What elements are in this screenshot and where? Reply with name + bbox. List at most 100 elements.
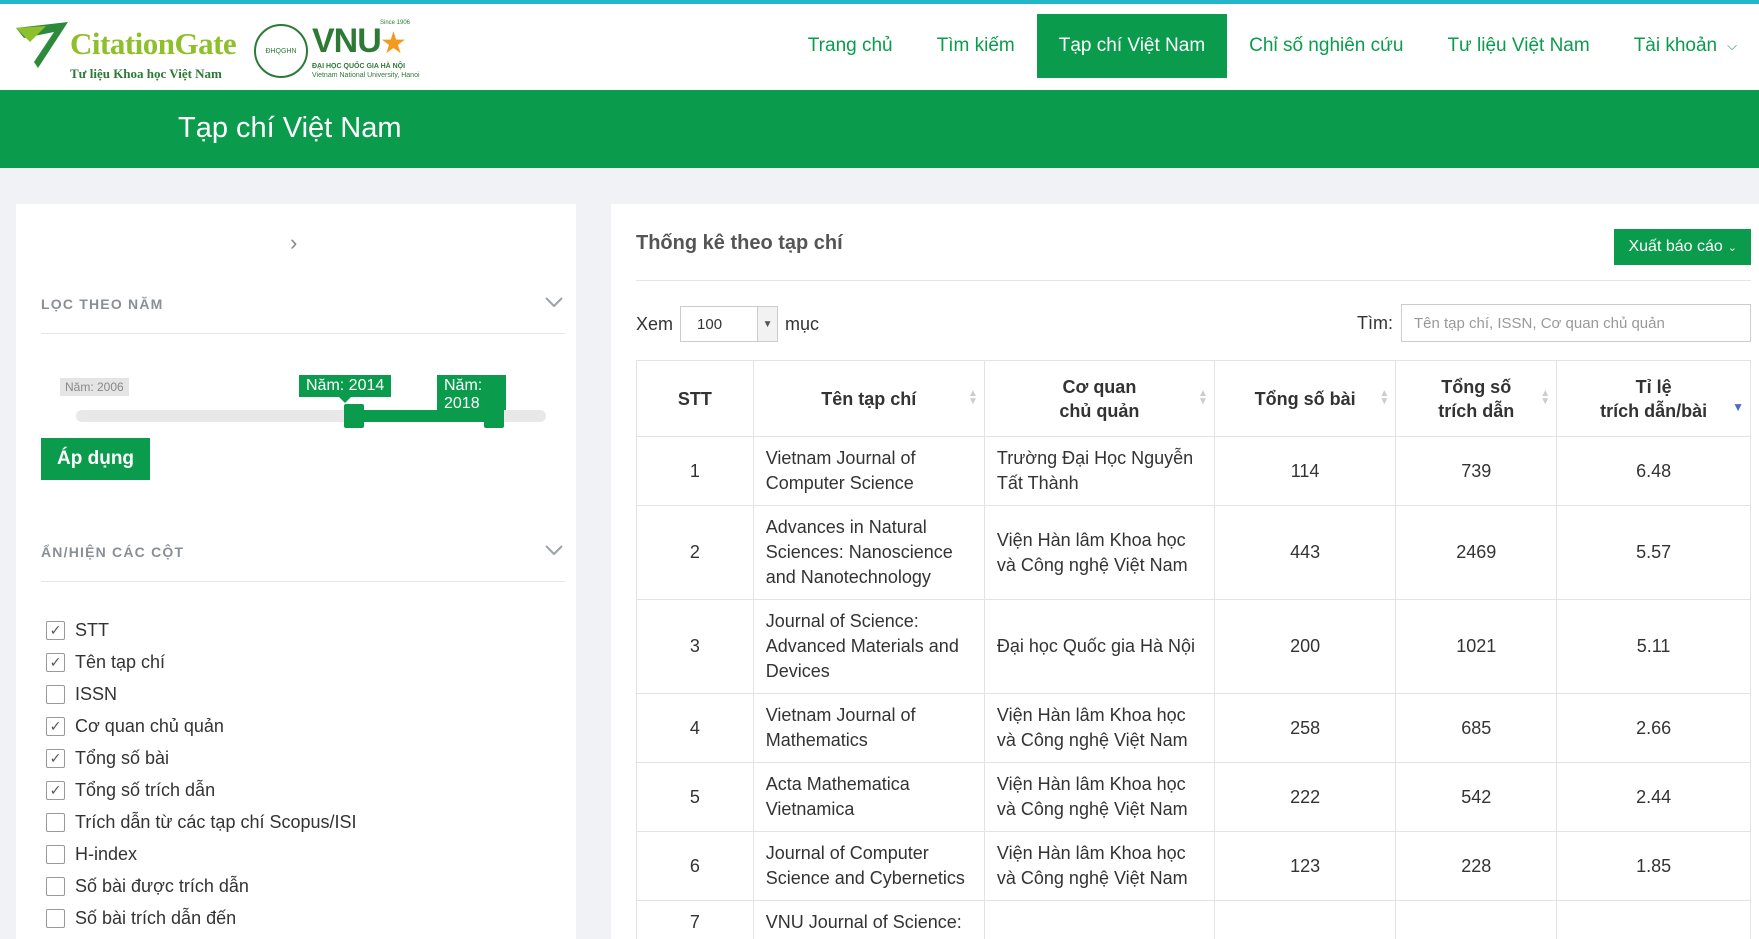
checkbox[interactable]	[46, 844, 65, 864]
filter-sidebar: › LỌC THEO NĂM Năm: 2006 Năm: 2014 Năm: …	[16, 204, 576, 939]
th-agency[interactable]: Cơ quan chủ quản ▲ ▼	[983, 360, 1215, 437]
export-report-button[interactable]: Xuất báo cáo ⌄	[1614, 229, 1751, 265]
nav-account[interactable]: Tài khoản ⌵	[1612, 14, 1759, 78]
table-row: 3 Journal of Science: Advanced Materials …	[636, 599, 1751, 694]
header-label: STT	[677, 388, 712, 409]
citationgate-logo[interactable]: CitationGate Tư liệu Khoa học Việt Nam	[16, 14, 246, 84]
cell-journal-name[interactable]: Vietnam Journal of Mathematics	[752, 693, 985, 763]
nav-search[interactable]: Tìm kiếm	[915, 14, 1037, 78]
checkbox[interactable]	[46, 908, 65, 928]
cell-citation-ratio	[1556, 900, 1751, 939]
cell-journal-name[interactable]: Journal of Science: Advanced Materials a…	[752, 599, 985, 694]
th-total-articles[interactable]: Tổng số bài ▲ ▼	[1213, 360, 1397, 437]
column-toggle-label: Tổng số trích dẫn	[75, 779, 216, 800]
th-journal-name[interactable]: Tên tạp chí ▲ ▼	[752, 360, 985, 437]
column-toggle-item[interactable]: Số bài được trích dẫn	[46, 870, 357, 902]
divider	[636, 280, 1751, 281]
cell-agency	[983, 900, 1215, 939]
page-length-value: 100	[697, 315, 723, 333]
checkbox[interactable]: ✓	[46, 716, 65, 736]
cell-stt: 2	[636, 505, 754, 600]
column-toggle-label: Tổng số bài	[75, 747, 170, 768]
checkbox[interactable]: ✓	[46, 652, 65, 672]
year-min-label: Năm: 2006	[60, 378, 129, 396]
cell-journal-name[interactable]: Vietnam Journal of Computer Science	[752, 436, 985, 506]
nav-home[interactable]: Trang chủ	[786, 14, 915, 78]
main-nav: Trang chủ Tìm kiếm Tạp chí Việt Nam Chỉ …	[786, 14, 1759, 78]
column-toggle-item[interactable]: ISSN	[46, 678, 357, 710]
year-filter-header[interactable]: LỌC THEO NĂM	[41, 278, 565, 334]
cell-citation-ratio: 2.66	[1556, 693, 1751, 763]
column-toggle-item[interactable]: ✓ Tên tạp chí	[46, 646, 357, 678]
columns-toggle-title: ẨN/HIỆN CÁC CỘT	[41, 544, 185, 560]
column-toggle-item[interactable]: ✓ STT	[46, 614, 357, 646]
cell-agency: Đại học Quốc gia Hà Nội	[983, 599, 1215, 694]
sort-desc-icon: ▼	[1732, 400, 1744, 414]
column-toggle-item[interactable]: Trích dẫn từ các tạp chí Scopus/ISI	[46, 806, 357, 838]
th-total-citations[interactable]: Tổng số trích dẫn ▲ ▼	[1395, 360, 1558, 437]
column-toggle-item[interactable]: H-index	[46, 838, 357, 870]
column-toggle-label: Số bài được trích dẫn	[75, 875, 249, 896]
cell-agency: Viện Hàn lâm Khoa học và Công nghệ Việt …	[983, 693, 1215, 763]
site-header: CitationGate Tư liệu Khoa học Việt Nam Đ…	[0, 4, 1759, 90]
column-toggle-item[interactable]: ✓ Tổng số trích dẫn	[46, 774, 357, 806]
chevron-right-icon[interactable]: ›	[290, 230, 297, 256]
cell-journal-name[interactable]: VNU Journal of Science:	[752, 900, 985, 939]
chevron-down-icon: ▼	[757, 307, 778, 341]
search-input[interactable]: Tên tạp chí, ISSN, Cơ quan chủ quản	[1401, 304, 1751, 342]
main-panel: Thống kê theo tạp chí Xuất báo cáo ⌄ Xem…	[611, 204, 1759, 939]
table-body: 1 Vietnam Journal of Computer Science Trườ…	[636, 436, 1751, 939]
year-from-label: Năm: 2014	[299, 375, 392, 403]
cell-stt: 6	[636, 831, 754, 901]
nav-vietnam-documents[interactable]: Tư liệu Việt Nam	[1425, 14, 1611, 78]
year-to-handle[interactable]	[484, 404, 504, 428]
year-filter-title: LỌC THEO NĂM	[41, 296, 164, 312]
cell-stt: 5	[636, 762, 754, 832]
checkmark-logo-icon	[16, 22, 68, 68]
cell-total-citations: 228	[1395, 831, 1558, 901]
brand-tagline: Tư liệu Khoa học Việt Nam	[70, 66, 222, 81]
header-label: Tổng số bài	[1254, 388, 1356, 409]
cell-stt: 1	[636, 436, 754, 506]
column-toggle-item[interactable]: ✓ Tổng số bài	[46, 742, 357, 774]
page-title: Tạp chí Việt Nam	[178, 112, 402, 144]
apply-button[interactable]: Áp dụng	[41, 438, 151, 480]
year-from-handle[interactable]	[344, 404, 364, 428]
nav-research-index[interactable]: Chỉ số nghiên cứu	[1227, 14, 1425, 78]
page-length-select[interactable]: 100 ▼	[680, 306, 779, 342]
chevron-down-icon: ⌵	[1727, 38, 1737, 53]
year-range-slider[interactable]	[76, 404, 546, 428]
header-label: Tổng số trích dẫn	[1438, 376, 1515, 421]
vnu-name: VNU	[312, 22, 382, 60]
cell-stt: 4	[636, 693, 754, 763]
checkbox[interactable]	[46, 812, 65, 832]
nav-account-label: Tài khoản	[1633, 35, 1718, 56]
cell-total-citations: 1021	[1395, 599, 1558, 694]
checkbox[interactable]: ✓	[46, 620, 65, 640]
page-banner: Tạp chí Việt Nam	[0, 90, 1759, 168]
export-report-label: Xuất báo cáo	[1628, 238, 1723, 255]
table-row: 5 Acta Mathematica Vietnamica Viện Hàn lâm…	[636, 762, 1751, 832]
th-citation-ratio[interactable]: Tỉ lệ trích dẫn/bài ▼	[1556, 360, 1751, 437]
checkbox[interactable]	[46, 684, 65, 704]
cell-journal-name[interactable]: Acta Mathematica Vietnamica	[752, 762, 985, 832]
cell-agency: Viện Hàn lâm Khoa học và Công nghệ Việt …	[983, 831, 1215, 901]
cell-journal-name[interactable]: Advances in Natural Sciences: Nanoscienc…	[752, 505, 985, 600]
checkbox[interactable]: ✓	[46, 780, 65, 800]
nav-vietnam-journals[interactable]: Tạp chí Việt Nam	[1036, 14, 1228, 78]
cell-journal-name[interactable]: Journal of Computer Science and Cybernet…	[752, 831, 985, 901]
cell-agency: Trường Đại Học Nguyễn Tất Thành	[983, 436, 1215, 506]
checkbox[interactable]	[46, 876, 65, 896]
cell-total-citations: 685	[1395, 693, 1558, 763]
column-toggle-item[interactable]: ✓ Cơ quan chủ quản	[46, 710, 357, 742]
header-label: Tên tạp chí	[821, 388, 917, 409]
journal-stats-table: STT Tên tạp chí ▲ ▼ Cơ quan chủ quản ▲ ▼ Tổng s…	[636, 360, 1751, 939]
year-range-fill	[354, 410, 494, 422]
cell-citation-ratio: 2.44	[1556, 762, 1751, 832]
checkbox[interactable]: ✓	[46, 748, 65, 768]
vnu-logo[interactable]: ĐHQGHN VNU Since 1906 ★ ĐẠI HỌC QUỐC GIA…	[254, 20, 424, 82]
columns-toggle-header[interactable]: ẨN/HIỆN CÁC CỘT	[41, 526, 565, 582]
column-toggle-item[interactable]: Ngày cập nhật	[46, 934, 357, 939]
cell-total-articles	[1213, 900, 1397, 939]
column-toggle-item[interactable]: Số bài trích dẫn đến	[46, 902, 357, 934]
